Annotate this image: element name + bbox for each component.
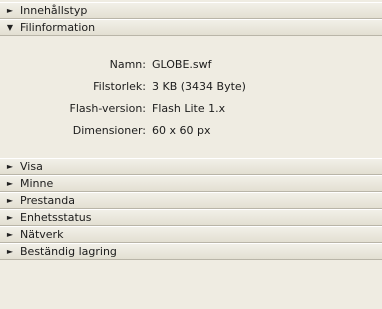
field-value: Flash Lite 1.x: [152, 102, 226, 115]
file-name-row: Namn: GLOBE.swf: [0, 54, 382, 76]
section-label: Visa: [20, 160, 43, 173]
section-header-enhetsstatus[interactable]: ► Enhetsstatus: [0, 209, 382, 226]
field-value: GLOBE.swf: [152, 58, 212, 71]
section-header-bestandig-lagring[interactable]: ► Beständig lagring: [0, 243, 382, 260]
expand-arrow-icon: ►: [6, 212, 14, 222]
section-label: Minne: [20, 177, 54, 190]
file-information-details: Namn: GLOBE.swf Filstorlek: 3 KB (3434 B…: [0, 53, 382, 157]
section-label: Filinformation: [20, 21, 96, 34]
file-size-row: Filstorlek: 3 KB (3434 Byte): [0, 76, 382, 98]
expand-arrow-icon: ►: [6, 195, 14, 205]
expand-arrow-icon: ►: [6, 5, 14, 15]
section-label: Nätverk: [20, 228, 64, 241]
field-value: 3 KB (3434 Byte): [152, 80, 246, 93]
section-header-visa[interactable]: ► Visa: [0, 158, 382, 175]
device-info-panel: ► Innehållstyp ▼ Filinformation Namn: GL…: [0, 0, 382, 309]
section-label: Enhetsstatus: [20, 211, 92, 224]
field-value: 60 x 60 px: [152, 124, 211, 137]
dimensions-row: Dimensioner: 60 x 60 px: [0, 120, 382, 142]
field-label: Dimensioner:: [72, 124, 146, 137]
section-label: Prestanda: [20, 194, 75, 207]
section-label: Beständig lagring: [20, 245, 117, 258]
collapse-arrow-icon: ▼: [6, 22, 14, 32]
section-header-innehallstyp[interactable]: ► Innehållstyp: [0, 2, 382, 19]
field-label: Flash-version:: [69, 102, 147, 115]
expand-arrow-icon: ►: [6, 229, 14, 239]
expand-arrow-icon: ►: [6, 178, 14, 188]
section-header-minne[interactable]: ► Minne: [0, 175, 382, 192]
field-label: Namn:: [109, 58, 146, 71]
section-header-filinformation[interactable]: ▼ Filinformation: [0, 19, 382, 36]
expand-arrow-icon: ►: [6, 161, 14, 171]
section-header-natverk[interactable]: ► Nätverk: [0, 226, 382, 243]
section-label: Innehållstyp: [20, 4, 88, 17]
flash-version-row: Flash-version: Flash Lite 1.x: [0, 98, 382, 120]
section-header-prestanda[interactable]: ► Prestanda: [0, 192, 382, 209]
field-label: Filstorlek:: [93, 80, 146, 93]
expand-arrow-icon: ►: [6, 246, 14, 256]
